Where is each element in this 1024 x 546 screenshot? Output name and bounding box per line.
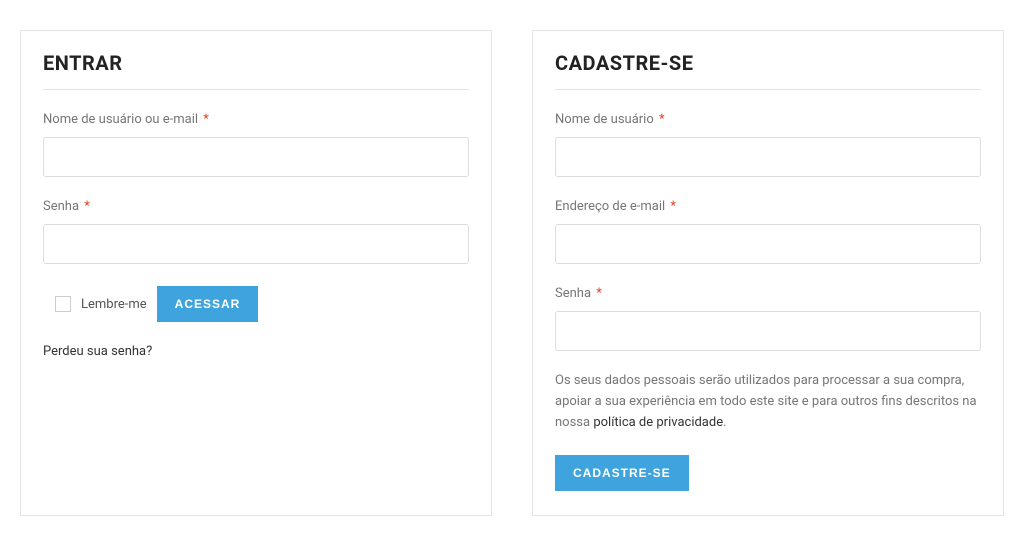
login-password-label-text: Senha xyxy=(43,199,79,214)
remember-label: Lembre-me xyxy=(81,297,147,312)
login-password-group: Senha * xyxy=(43,199,469,264)
register-username-label: Nome de usuário * xyxy=(555,112,981,127)
register-title: CADASTRE-SE xyxy=(555,51,981,90)
forgot-password-link[interactable]: Perdeu sua senha? xyxy=(43,344,469,359)
register-password-label-text: Senha xyxy=(555,286,591,301)
remember-checkbox[interactable] xyxy=(55,296,71,312)
register-email-group: Endereço de e-mail * xyxy=(555,199,981,264)
required-indicator: * xyxy=(203,112,209,127)
login-username-group: Nome de usuário ou e-mail * xyxy=(43,112,469,177)
register-username-group: Nome de usuário * xyxy=(555,112,981,177)
register-email-input[interactable] xyxy=(555,224,981,264)
register-password-input[interactable] xyxy=(555,311,981,351)
login-username-label-text: Nome de usuário ou e-mail xyxy=(43,112,198,127)
required-indicator: * xyxy=(670,199,676,214)
register-password-group: Senha * xyxy=(555,286,981,351)
required-indicator: * xyxy=(596,286,602,301)
privacy-policy-link[interactable]: política de privacidade xyxy=(593,415,723,430)
login-username-input[interactable] xyxy=(43,137,469,177)
login-remember-row: Lembre-me ACESSAR xyxy=(43,286,469,322)
register-email-label-text: Endereço de e-mail xyxy=(555,199,665,214)
login-panel: ENTRAR Nome de usuário ou e-mail * Senha… xyxy=(20,30,492,516)
register-email-label: Endereço de e-mail * xyxy=(555,199,981,214)
required-indicator: * xyxy=(84,199,90,214)
register-password-label: Senha * xyxy=(555,286,981,301)
register-username-input[interactable] xyxy=(555,137,981,177)
login-password-label: Senha * xyxy=(43,199,469,214)
register-username-label-text: Nome de usuário xyxy=(555,112,654,127)
login-password-input[interactable] xyxy=(43,224,469,264)
privacy-text-after: . xyxy=(723,415,726,430)
required-indicator: * xyxy=(659,112,665,127)
privacy-text: Os seus dados pessoais serão utilizados … xyxy=(555,371,981,433)
login-title: ENTRAR xyxy=(43,51,469,90)
register-panel: CADASTRE-SE Nome de usuário * Endereço d… xyxy=(532,30,1004,516)
login-username-label: Nome de usuário ou e-mail * xyxy=(43,112,469,127)
register-submit-button[interactable]: CADASTRE-SE xyxy=(555,455,689,491)
login-submit-button[interactable]: ACESSAR xyxy=(157,286,259,322)
